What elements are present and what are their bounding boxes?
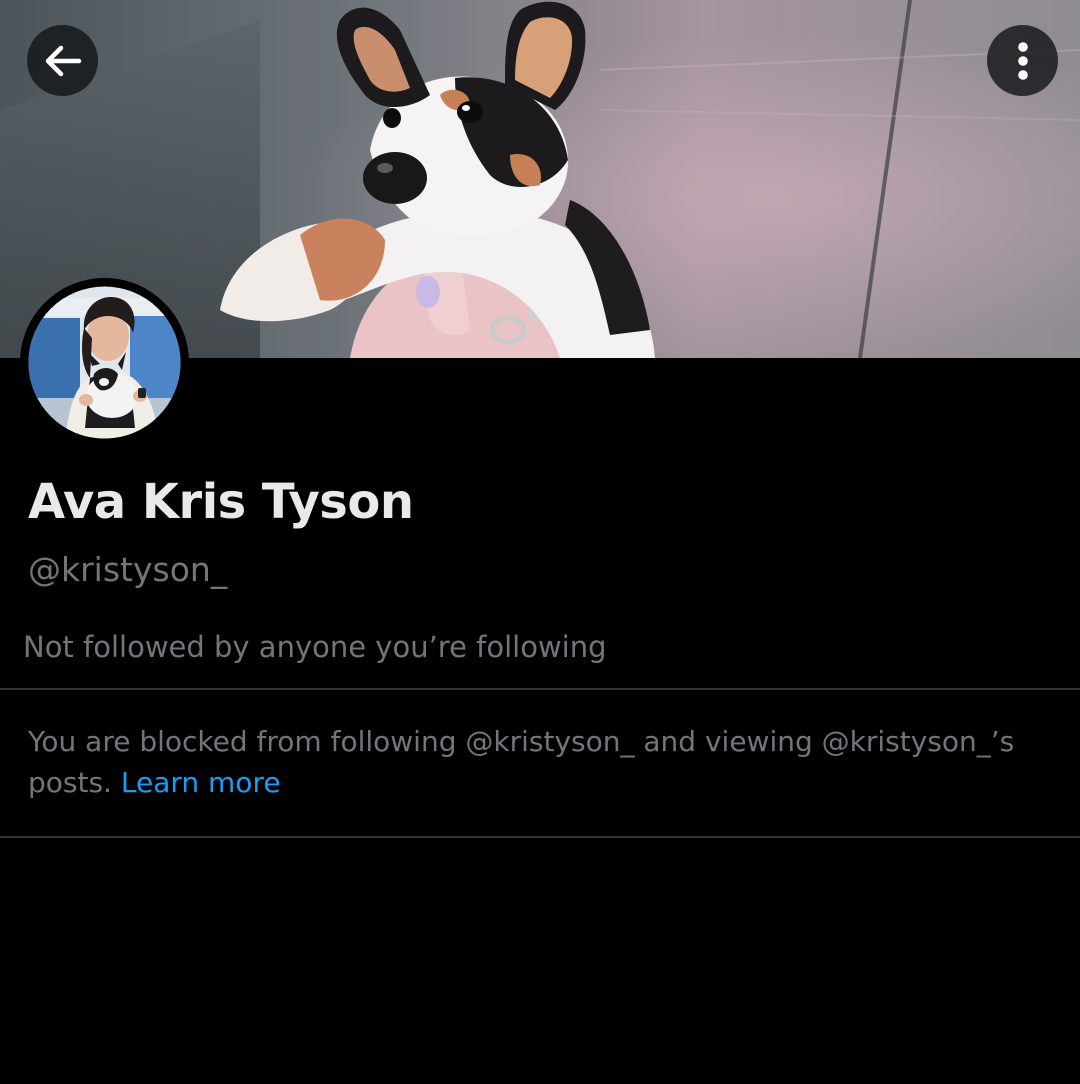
username-handle: @kristyson_	[28, 550, 228, 589]
more-options-button[interactable]	[987, 25, 1058, 96]
back-button[interactable]	[27, 25, 98, 96]
avatar-image	[20, 278, 189, 447]
divider	[0, 836, 1080, 838]
more-vertical-icon	[1017, 41, 1028, 80]
profile-avatar[interactable]	[20, 278, 189, 447]
divider	[0, 688, 1080, 690]
display-name: Ava Kris Tyson	[28, 474, 414, 530]
blocked-notice: You are blocked from following @kristyso…	[28, 721, 1058, 803]
learn-more-link[interactable]: Learn more	[121, 766, 281, 799]
followed-by-text: Not followed by anyone you’re following	[23, 630, 607, 664]
arrow-left-icon	[45, 45, 81, 76]
